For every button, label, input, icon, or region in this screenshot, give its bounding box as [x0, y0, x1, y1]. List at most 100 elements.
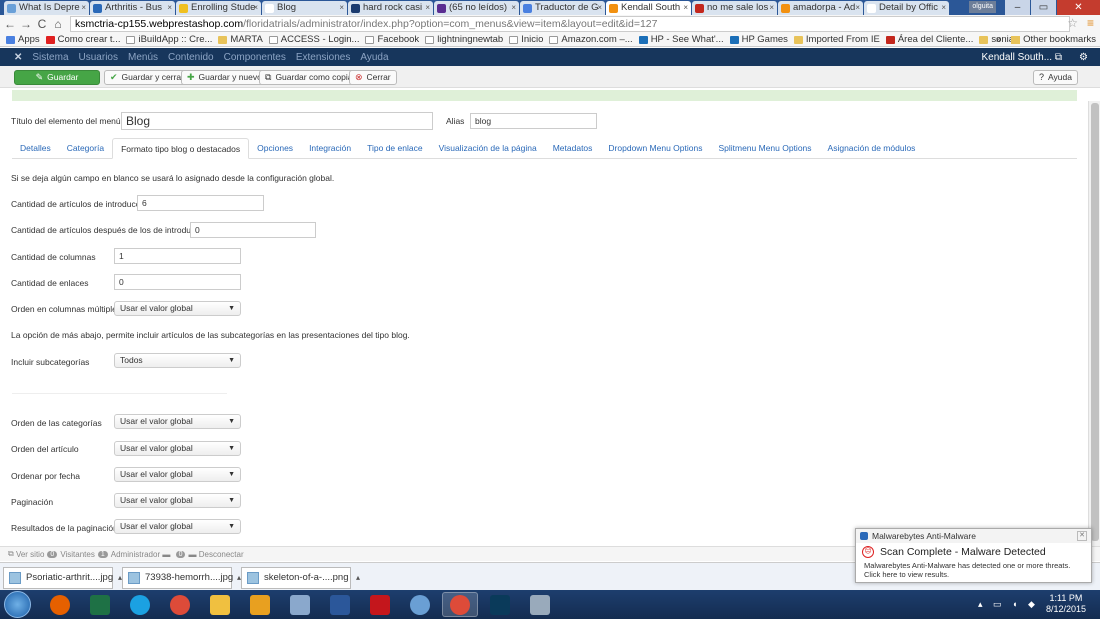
links-input[interactable]: 0	[114, 274, 241, 290]
form-tab[interactable]: Visualización de la página	[431, 138, 545, 158]
form-tab[interactable]: Categoría	[59, 138, 112, 158]
help-button[interactable]: ? Ayuda	[1033, 70, 1078, 85]
url-field[interactable]: ksmctria-cp155.webprestashop.com/florida…	[70, 16, 1070, 32]
download-item[interactable]: Psoriatic-arthrit....jpg ▴	[3, 567, 122, 589]
admin-menu-item[interactable]: Usuarios	[79, 52, 118, 63]
save-new-button[interactable]: ✚ Guardar y nuevo	[181, 70, 268, 85]
download-item[interactable]: 73938-hemorrh....jpg ▴	[122, 567, 241, 589]
browser-tab[interactable]: (65 no leídos) ×	[434, 1, 519, 15]
title-input[interactable]: Blog	[121, 112, 433, 130]
taskbar-app-chrome[interactable]	[162, 592, 198, 617]
tab-close-icon[interactable]: ×	[511, 1, 516, 15]
save-close-button[interactable]: ✔ Guardar y cerrar	[104, 70, 190, 85]
admin-user-menu[interactable]: Kendall South... ⧉	[981, 52, 1062, 63]
taskbar-app-media[interactable]	[402, 592, 438, 617]
form-tab[interactable]: Splitmenu Menu Options	[710, 138, 819, 158]
bookmark-item[interactable]: Imported From IE	[793, 34, 880, 45]
tab-close-icon[interactable]: ×	[855, 1, 860, 15]
category-order-select[interactable]: Usar el valor global ▼	[114, 414, 241, 429]
taskbar-app-ie[interactable]	[122, 592, 158, 617]
multi-column-order-select[interactable]: Usar el valor global ▼	[114, 301, 241, 316]
caret-icon[interactable]: ▴	[356, 568, 360, 588]
bookmark-star-icon[interactable]: ☆	[1067, 16, 1078, 30]
taskbar-app-firefox[interactable]	[42, 592, 78, 617]
bookmark-item[interactable]: lightningnewtab	[425, 34, 503, 45]
alias-input[interactable]: blog	[470, 113, 597, 129]
after-intro-input[interactable]: 0	[190, 222, 316, 238]
save-copy-button[interactable]: ⧉ Guardar como copia	[259, 70, 359, 85]
browser-tab[interactable]: Detail by Offic ×	[864, 1, 949, 15]
bookmark-item[interactable]: HP Games	[729, 34, 788, 45]
browser-tab[interactable]: Traductor de G ×	[520, 1, 605, 15]
other-bookmarks[interactable]: Other bookmarks	[1023, 34, 1096, 45]
bookmark-item[interactable]: Facebook	[365, 34, 419, 45]
logout-link[interactable]: Desconectar	[199, 550, 244, 559]
taskbar-app-acrobat[interactable]	[362, 592, 398, 617]
home-icon[interactable]: ⌂	[52, 17, 64, 31]
form-tab[interactable]: Detalles	[12, 138, 59, 158]
admin-menu-item[interactable]: Extensiones	[296, 52, 350, 63]
form-tab[interactable]: Dropdown Menu Options	[600, 138, 710, 158]
download-item[interactable]: skeleton-of-a-....png ▴	[241, 567, 360, 589]
clock[interactable]: 1:11 PM 8/12/2015	[1046, 593, 1086, 615]
malware-notification[interactable]: Malwarebytes Anti-Malware ✕ ☹ Scan Complet…	[855, 528, 1092, 583]
taskbar-app-tool[interactable]	[522, 592, 558, 617]
browser-tab[interactable]: What Is Depre ×	[4, 1, 89, 15]
tab-close-icon[interactable]: ×	[941, 1, 946, 15]
browser-tab[interactable]: Blog ×	[262, 1, 347, 15]
taskbar-app-word[interactable]	[322, 592, 358, 617]
maximize-button[interactable]: ▭	[1031, 0, 1056, 15]
browser-tab[interactable]: Enrolling Stude ×	[176, 1, 261, 15]
date-order-select[interactable]: Usar el valor global ▼	[114, 467, 241, 482]
pagination-select[interactable]: Usar el valor global ▼	[114, 493, 241, 508]
tab-close-icon[interactable]: ×	[425, 1, 430, 15]
tab-close-icon[interactable]: ×	[81, 1, 86, 15]
admin-menu-item[interactable]: Contenido	[168, 52, 214, 63]
close-button[interactable]: ⊗ Cerrar	[349, 70, 397, 85]
admin-menu-item[interactable]: Sistema	[32, 52, 68, 63]
view-site-link[interactable]: Ver sitio	[16, 550, 44, 559]
gear-icon[interactable]: ⚙	[1079, 52, 1088, 63]
admin-menu-item[interactable]: Menús	[128, 52, 158, 63]
form-tab[interactable]: Metadatos	[545, 138, 601, 158]
tab-close-icon[interactable]: ×	[253, 1, 258, 15]
bookmark-item[interactable]: Área del Cliente...	[885, 34, 973, 45]
bookmark-item[interactable]: MARTA	[218, 34, 263, 45]
taskbar-app-calculator[interactable]	[282, 592, 318, 617]
article-order-select[interactable]: Usar el valor global ▼	[114, 441, 241, 456]
browser-tab[interactable]: amadorpa - Ad ×	[778, 1, 863, 15]
close-window-button[interactable]: ✕	[1057, 0, 1100, 15]
reload-icon[interactable]: C	[36, 17, 48, 31]
bookmarks-overflow-icon[interactable]: »	[996, 34, 1001, 45]
notification-line-2[interactable]: Click here to view results.	[856, 570, 1091, 579]
minimize-button[interactable]: –	[1005, 0, 1030, 15]
bookmark-item[interactable]: ACCESS - Login...	[268, 34, 359, 45]
browser-tab[interactable]: Arthritis - Bus ×	[90, 1, 175, 15]
tab-close-icon[interactable]: ×	[683, 1, 688, 15]
taskbar-app-explorer[interactable]	[202, 592, 238, 617]
pagination-results-select[interactable]: Usar el valor global ▼	[114, 519, 241, 534]
save-button[interactable]: ✎ Guardar	[14, 70, 100, 85]
form-tab[interactable]: Formato tipo blog o destacados	[112, 138, 250, 159]
tab-close-icon[interactable]: ×	[597, 1, 602, 15]
browser-tab[interactable]: no me sale los ×	[692, 1, 777, 15]
bookmark-item[interactable]: Amazon.com –...	[549, 34, 633, 45]
back-arrow-icon[interactable]: ←	[4, 17, 16, 31]
taskbar-app-chrome2[interactable]	[442, 592, 478, 617]
close-icon[interactable]: ✕	[1077, 531, 1087, 541]
form-tab[interactable]: Tipo de enlace	[359, 138, 430, 158]
start-button[interactable]	[4, 591, 31, 618]
page-scrollbar[interactable]	[1088, 101, 1100, 546]
admin-menu-item[interactable]: Ayuda	[360, 52, 388, 63]
browser-menu-icon[interactable]: ≡	[1087, 16, 1094, 30]
scrollbar-thumb[interactable]	[1091, 103, 1099, 541]
subcategories-select[interactable]: Todos ▼	[114, 353, 241, 368]
tab-close-icon[interactable]: ×	[769, 1, 774, 15]
bookmark-item[interactable]: Como crear t...	[45, 34, 120, 45]
bookmark-item[interactable]: Apps	[6, 34, 40, 45]
form-tab[interactable]: Opciones	[249, 138, 301, 158]
profile-badge[interactable]: olguita	[969, 1, 996, 13]
tab-close-icon[interactable]: ×	[167, 1, 172, 15]
tray-icons[interactable]: ▴ ▭ ◖ ◆	[978, 599, 1039, 610]
intro-articles-input[interactable]: 6	[137, 195, 264, 211]
